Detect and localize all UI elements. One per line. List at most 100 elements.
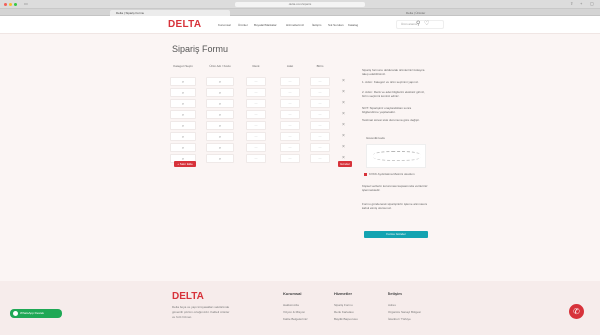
product-input[interactable]: ⌕ (206, 132, 234, 141)
product-input[interactable]: ⌕ (206, 143, 234, 152)
col-header-quantity: Adet (286, 64, 294, 68)
quantity-input[interactable]: — (280, 110, 300, 119)
quantity-input[interactable]: — (280, 121, 300, 130)
nav-item-kurumsal[interactable]: Kurumsal (218, 23, 231, 27)
color-select[interactable]: — (246, 154, 266, 163)
category-select[interactable]: ⌕ (170, 121, 196, 130)
page: DELTA Kurumsal Ürünler Boyalar/Markalar … (0, 16, 600, 335)
category-select[interactable]: ⌕ (170, 110, 196, 119)
col-header-product: Ürün Adı / Kodu (209, 64, 231, 68)
quantity-input[interactable]: — (280, 132, 300, 141)
footer-col2-heading: Hizmetler (334, 291, 353, 296)
info-text-4: NOT: Siparişiniz onaylandıktan sonra bil… (362, 106, 412, 114)
footer-link[interactable]: Hakkımızda (283, 303, 299, 308)
browser-titlebar: ▭ delta.com/siparis ⇪ + ▢ (0, 0, 600, 9)
footer-address: Organize Sanayi Bölgesi (388, 310, 421, 314)
color-select[interactable]: — (246, 77, 266, 86)
nav-item-urunler[interactable]: Ürünler (238, 23, 248, 27)
user-icon[interactable]: ⚲ (416, 21, 420, 27)
cart-icon[interactable]: ♡ (424, 21, 429, 27)
submit-small-button[interactable]: Gönder (338, 161, 352, 167)
footer-address: Adres (388, 303, 396, 307)
sidebar-icon[interactable]: ▭ (24, 2, 28, 6)
product-input[interactable]: ⌕ (206, 121, 234, 130)
close-window-icon[interactable] (4, 3, 7, 6)
unit-select[interactable]: — (310, 77, 330, 86)
tabs-overview-icon[interactable]: ▢ (590, 2, 594, 6)
color-select[interactable]: — (246, 143, 266, 152)
maximize-window-icon[interactable] (14, 3, 17, 6)
product-input[interactable]: ⌕ (206, 77, 234, 86)
nav-item-boyalar[interactable]: Boyalar/Markalar (254, 23, 277, 27)
footer-link[interactable]: Bayilik Başvurusu (334, 317, 358, 322)
quantity-input[interactable]: — (280, 88, 300, 97)
remove-row-icon[interactable]: × (342, 133, 345, 140)
footer-link[interactable]: Vizyon & Misyon (283, 310, 305, 315)
footer-link[interactable]: Sipariş Formu (334, 303, 353, 308)
whatsapp-icon (13, 311, 18, 316)
remove-row-icon[interactable]: × (342, 111, 345, 118)
footer-link[interactable]: Renk Kartelası (334, 310, 354, 315)
category-select[interactable]: ⌕ (170, 77, 196, 86)
product-input[interactable]: ⌕ (206, 88, 234, 97)
unit-select[interactable]: — (310, 88, 330, 97)
col-header-category: Kategori Seçin (173, 64, 193, 68)
unit-select[interactable]: — (310, 121, 330, 130)
color-select[interactable]: — (246, 132, 266, 141)
info-text-6: Kişisel verilerin korunması kapsamında v… (362, 184, 428, 192)
remove-row-icon[interactable]: × (342, 78, 345, 85)
quantity-input[interactable]: — (280, 154, 300, 163)
site-logo[interactable]: DELTA (168, 19, 201, 30)
remove-row-icon[interactable]: × (342, 122, 345, 129)
nav-item-iletisim[interactable]: İletişim (312, 23, 321, 27)
remove-row-icon[interactable]: × (342, 89, 345, 96)
unit-select[interactable]: — (310, 143, 330, 152)
quantity-input[interactable]: — (280, 143, 300, 152)
product-input[interactable]: ⌕ (206, 154, 234, 163)
color-select[interactable]: — (246, 99, 266, 108)
remove-row-icon[interactable]: × (342, 144, 345, 151)
submit-form-button[interactable]: Formu Gönder (364, 231, 428, 238)
unit-select[interactable]: — (310, 99, 330, 108)
footer-col1-heading: Kurumsal (283, 291, 302, 296)
nav-item-hizmetler[interactable]: Hizmetlerimiz (286, 23, 304, 27)
new-tab-icon[interactable]: + (580, 2, 584, 6)
unit-select[interactable]: — (310, 154, 330, 163)
category-select[interactable]: ⌕ (170, 88, 196, 97)
nav-item-katalog[interactable]: Katalog (348, 23, 358, 27)
phone-icon[interactable]: ✆ (569, 304, 584, 319)
address-bar[interactable]: delta.com/siparis (235, 2, 365, 7)
footer-link[interactable]: Kalite Belgelerimiz (283, 317, 308, 322)
site-footer: DELTA Delta boya ve yapı kimyasalları se… (0, 281, 600, 335)
info-text-2: 1. Adım: Kategori ve ürün seçimini yapın… (362, 80, 419, 84)
footer-col3-heading: İletişim (388, 291, 402, 296)
kvkk-checkbox[interactable] (364, 172, 367, 176)
product-input[interactable]: ⌕ (206, 110, 234, 119)
unit-select[interactable]: — (310, 110, 330, 119)
quantity-input[interactable]: — (280, 77, 300, 86)
remove-row-icon[interactable]: × (342, 100, 345, 107)
page-title: Sipariş Formu (172, 44, 229, 54)
category-select[interactable]: ⌕ (170, 132, 196, 141)
color-select[interactable]: — (246, 110, 266, 119)
footer-about-3: ve hızlı hizmet. (172, 315, 193, 319)
kvkk-checkbox-row[interactable]: KVKK Aydınlatma Metnini okudum (364, 172, 415, 176)
nav-item-sss[interactable]: Sık Sorulan (328, 23, 344, 27)
col-header-color: Renk (252, 64, 260, 68)
quantity-input[interactable]: — (280, 99, 300, 108)
color-select[interactable]: — (246, 121, 266, 130)
minimize-window-icon[interactable] (9, 3, 12, 6)
whatsapp-button[interactable]: WhatsApp Destek (10, 309, 62, 318)
unit-select[interactable]: — (310, 132, 330, 141)
footer-logo[interactable]: DELTA (172, 291, 204, 302)
color-select[interactable]: — (246, 88, 266, 97)
kvkk-label: KVKK Aydınlatma Metnini okudum (369, 172, 415, 176)
share-icon[interactable]: ⇪ (570, 2, 574, 6)
category-select[interactable]: ⌕ (170, 143, 196, 152)
col-header-unit: Birim (316, 64, 324, 68)
category-select[interactable]: ⌕ (170, 99, 196, 108)
add-row-button[interactable]: + Satır Ekle (174, 161, 196, 167)
product-input[interactable]: ⌕ (206, 99, 234, 108)
captcha-wave (373, 151, 421, 161)
captcha-image (366, 144, 426, 168)
